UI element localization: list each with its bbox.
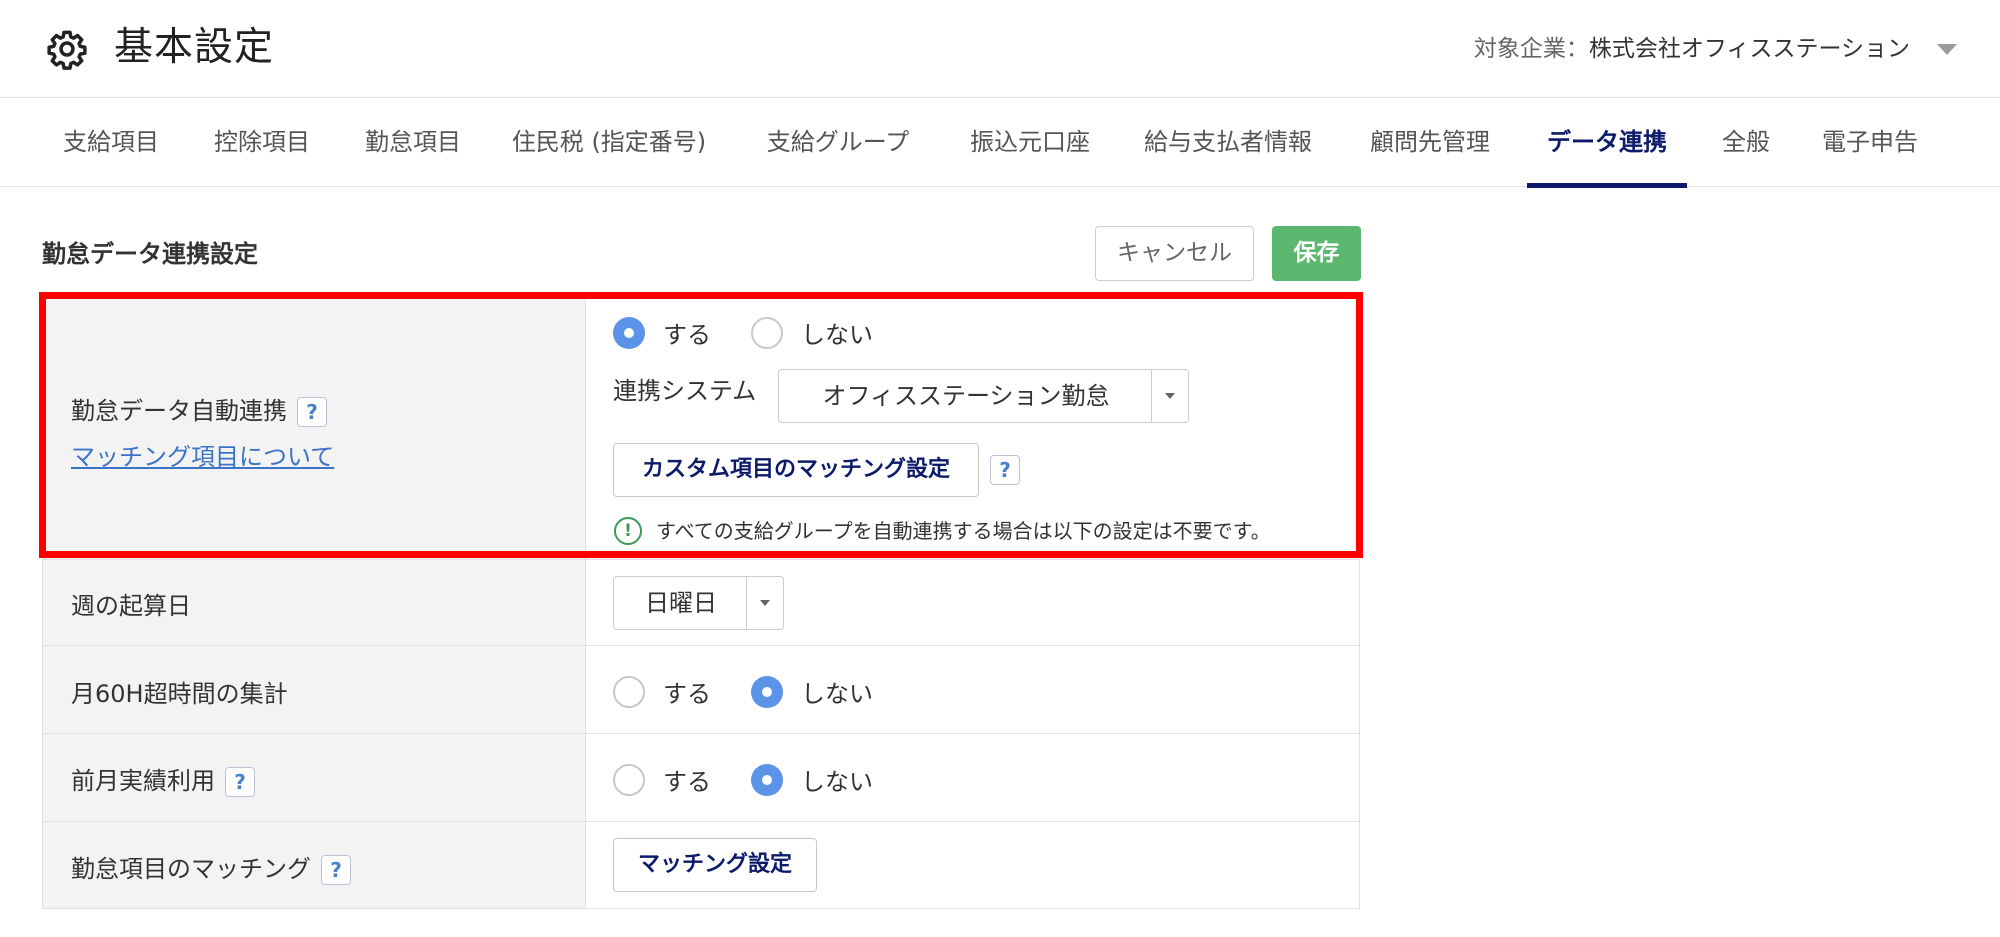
over60-label: 月60H超時間の集計 bbox=[71, 680, 288, 708]
matching-label: 勤怠項目のマッチング? bbox=[71, 849, 351, 885]
prev-month-radio-no-label: しない bbox=[801, 768, 873, 796]
tab-shikyu-group[interactable]: 支給グループ bbox=[749, 98, 927, 187]
save-button[interactable]: 保存 bbox=[1272, 226, 1361, 281]
help-icon[interactable]: ? bbox=[225, 767, 255, 797]
matching-settings-button[interactable]: マッチング設定 bbox=[613, 838, 817, 892]
matching-label-cell: 勤怠項目のマッチング? bbox=[43, 822, 586, 908]
notice-text: すべての支給グループを自動連携する場合は以下の設定は不要です。 bbox=[656, 519, 1271, 543]
chevron-down-icon[interactable] bbox=[1937, 44, 1957, 55]
over60-radio-yes-label: する bbox=[663, 680, 711, 708]
over60-radio-no[interactable] bbox=[751, 675, 783, 708]
auto-link-radio-no-label: しない bbox=[801, 321, 873, 349]
auto-link-radio-group: する しない bbox=[613, 315, 913, 350]
auto-link-radio-yes-label: する bbox=[663, 321, 711, 349]
settings-tabs: 支給項目 控除項目 勤怠項目 住民税 (指定番号) 支給グループ 振込元口座 給… bbox=[0, 98, 2000, 188]
system-label: 連携システム bbox=[613, 377, 757, 405]
help-icon[interactable]: ? bbox=[297, 397, 327, 427]
over60-radio-yes[interactable] bbox=[613, 675, 645, 708]
caret-down-icon[interactable] bbox=[746, 577, 783, 629]
system-select-value: オフィスステーション勤怠 bbox=[822, 382, 1110, 410]
info-icon: ! bbox=[614, 517, 642, 545]
help-icon[interactable]: ? bbox=[990, 455, 1020, 485]
tab-kojo[interactable]: 控除項目 bbox=[193, 98, 331, 187]
tab-kyuyo-shiharaisha[interactable]: 給与支払者情報 bbox=[1128, 98, 1328, 187]
prev-month-label: 前月実績利用? bbox=[71, 761, 255, 797]
tab-juminzei[interactable]: 住民税 (指定番号) bbox=[495, 98, 723, 187]
prev-month-radio-yes-label: する bbox=[663, 768, 711, 796]
auto-link-row: 勤怠データ自動連携? マッチング項目について する しない 連携システム オフィス… bbox=[43, 296, 1359, 559]
prev-month-radio-no[interactable] bbox=[751, 763, 783, 796]
tab-furikomi[interactable]: 振込元口座 bbox=[950, 98, 1110, 187]
prev-month-label-text: 前月実績利用 bbox=[71, 767, 215, 795]
section-title: 勤怠データ連携設定 bbox=[42, 240, 258, 268]
app-header: 基本設定 対象企業：株式会社オフィスステーション bbox=[0, 0, 2000, 98]
tab-komon[interactable]: 顧問先管理 bbox=[1352, 98, 1508, 187]
system-select[interactable]: オフィスステーション勤怠 bbox=[778, 369, 1189, 423]
auto-link-label-text: 勤怠データ自動連携 bbox=[71, 397, 287, 425]
company-name: 株式会社オフィスステーション bbox=[1588, 36, 1910, 62]
auto-link-radio-yes[interactable] bbox=[613, 316, 645, 349]
over60-row: 月60H超時間の集計 する しない bbox=[43, 645, 1359, 733]
matching-label-text: 勤怠項目のマッチング bbox=[71, 855, 311, 883]
tab-kintai[interactable]: 勤怠項目 bbox=[344, 98, 482, 187]
week-start-select-value: 日曜日 bbox=[645, 589, 717, 617]
matching-items-link[interactable]: マッチング項目について bbox=[71, 437, 334, 472]
custom-matching-button[interactable]: カスタム項目のマッチング設定 bbox=[613, 443, 979, 497]
caret-down-icon[interactable] bbox=[1151, 370, 1188, 422]
help-icon[interactable]: ? bbox=[321, 855, 351, 885]
auto-link-label: 勤怠データ自動連携? bbox=[71, 391, 327, 427]
prev-month-radio-yes[interactable] bbox=[613, 763, 645, 796]
company-selector[interactable]: 対象企業：株式会社オフィスステーション bbox=[1474, 31, 1910, 67]
company-label: 対象企業： bbox=[1473, 36, 1589, 62]
auto-link-label-cell: 勤怠データ自動連携? マッチング項目について bbox=[43, 297, 586, 559]
tab-data-renkei[interactable]: データ連携 bbox=[1527, 98, 1687, 188]
auto-link-radio-no[interactable] bbox=[751, 316, 783, 349]
over60-radio-no-label: しない bbox=[801, 680, 873, 708]
week-start-select[interactable]: 日曜日 bbox=[613, 576, 784, 630]
tab-denshi-shinkoku[interactable]: 電子申告 bbox=[1808, 98, 1932, 187]
tab-zenpan[interactable]: 全般 bbox=[1704, 98, 1788, 187]
week-start-label-cell: 週の起算日 bbox=[43, 560, 586, 645]
cancel-button[interactable]: キャンセル bbox=[1095, 226, 1254, 281]
prev-month-radio-group: する しない bbox=[613, 762, 913, 797]
matching-row: 勤怠項目のマッチング? マッチング設定 bbox=[43, 821, 1359, 908]
over60-label-cell: 月60H超時間の集計 bbox=[43, 646, 586, 733]
over60-radio-group: する しない bbox=[613, 674, 913, 709]
prev-month-label-cell: 前月実績利用? bbox=[43, 734, 586, 821]
prev-month-row: 前月実績利用? する しない bbox=[43, 733, 1359, 821]
tab-shikyu[interactable]: 支給項目 bbox=[42, 98, 180, 187]
gear-icon bbox=[47, 30, 87, 70]
settings-table: 勤怠データ自動連携? マッチング項目について する しない 連携システム オフィス… bbox=[42, 296, 1360, 909]
week-start-row: 週の起算日 日曜日 bbox=[43, 559, 1359, 645]
page-title: 基本設定 bbox=[114, 25, 275, 70]
week-start-label: 週の起算日 bbox=[71, 592, 191, 620]
